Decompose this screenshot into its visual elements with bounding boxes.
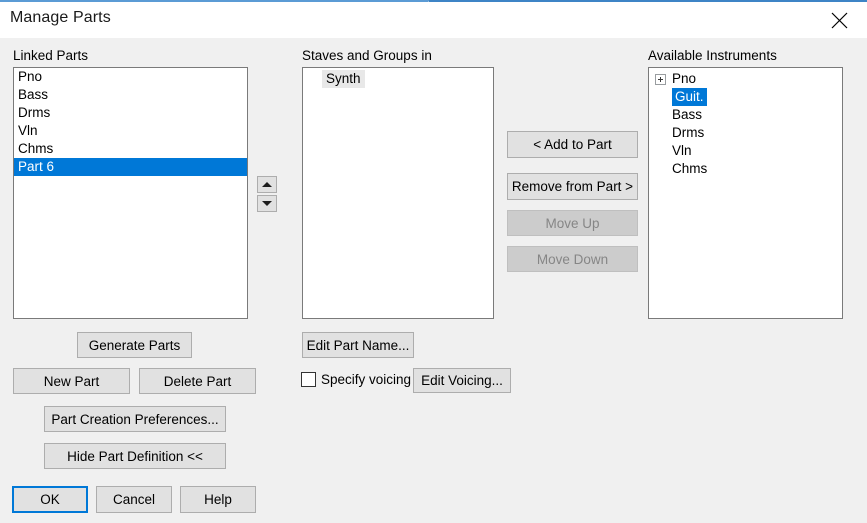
- staves-and-groups-listbox[interactable]: Synth: [302, 67, 494, 319]
- available-instruments-treeview[interactable]: Pno Guit. Bass Drms Vln Chms: [648, 67, 843, 319]
- hide-part-definition-button[interactable]: Hide Part Definition <<: [44, 443, 226, 469]
- linked-parts-label: Linked Parts: [13, 48, 89, 63]
- tree-item[interactable]: Bass: [655, 106, 842, 124]
- move-up-button: Move Up: [507, 210, 638, 236]
- generate-parts-button[interactable]: Generate Parts: [77, 332, 192, 358]
- tree-item-label: Drms: [672, 125, 705, 140]
- list-item[interactable]: Vln: [14, 122, 247, 140]
- list-item[interactable]: Drms: [14, 104, 247, 122]
- move-part-down-spinner[interactable]: [257, 195, 277, 212]
- tree-item-label: Guit.: [672, 88, 707, 106]
- triangle-down-icon: [262, 201, 272, 206]
- cancel-button[interactable]: Cancel: [96, 486, 172, 513]
- part-creation-preferences-button[interactable]: Part Creation Preferences...: [44, 406, 226, 432]
- tree-item-label: Bass: [672, 107, 703, 122]
- help-button[interactable]: Help: [180, 486, 256, 513]
- edit-part-name-button[interactable]: Edit Part Name...: [302, 332, 414, 358]
- tree-item-label: Pno: [672, 71, 697, 86]
- add-to-part-button[interactable]: < Add to Part: [507, 131, 638, 158]
- tree-item[interactable]: Vln: [655, 142, 842, 160]
- linked-parts-listbox[interactable]: Pno Bass Drms Vln Chms Part 6: [13, 67, 248, 319]
- list-item[interactable]: Chms: [14, 140, 247, 158]
- title-bar: Manage Parts: [0, 2, 867, 38]
- staves-and-groups-label: Staves and Groups in: [302, 48, 432, 63]
- window-title: Manage Parts: [10, 9, 111, 26]
- specify-voicing-label: Specify voicing: [321, 372, 412, 387]
- tree-item-label: Vln: [672, 143, 692, 158]
- specify-voicing-checkbox-row[interactable]: Specify voicing: [301, 372, 411, 387]
- list-item-selected[interactable]: Part 6: [14, 158, 247, 176]
- new-part-button[interactable]: New Part: [13, 368, 130, 394]
- delete-part-button[interactable]: Delete Part: [139, 368, 256, 394]
- close-icon[interactable]: [817, 4, 861, 36]
- list-item[interactable]: Bass: [14, 86, 247, 104]
- remove-from-part-button[interactable]: Remove from Part >: [507, 173, 638, 200]
- list-item-selected-inactive[interactable]: Synth: [322, 70, 365, 88]
- dialog-content: Linked Parts Pno Bass Drms Vln Chms Part…: [0, 38, 867, 523]
- list-item[interactable]: Pno: [14, 68, 247, 86]
- move-down-button: Move Down: [507, 246, 638, 272]
- edit-voicing-button[interactable]: Edit Voicing...: [413, 368, 511, 393]
- tree-item[interactable]: Chms: [655, 160, 842, 178]
- triangle-up-icon: [262, 182, 272, 187]
- manage-parts-dialog: Manage Parts Linked Parts Pno Bass Drms …: [0, 0, 867, 523]
- tree-item[interactable]: Drms: [655, 124, 842, 142]
- tree-item-selected[interactable]: Guit.: [655, 88, 842, 106]
- specify-voicing-checkbox[interactable]: [301, 372, 316, 387]
- move-part-up-spinner[interactable]: [257, 176, 277, 193]
- tree-item-label: Chms: [672, 161, 708, 176]
- available-instruments-label: Available Instruments: [648, 48, 777, 63]
- tree-item[interactable]: Pno: [655, 70, 842, 88]
- ok-button[interactable]: OK: [12, 486, 88, 513]
- plus-box-icon[interactable]: [655, 73, 666, 85]
